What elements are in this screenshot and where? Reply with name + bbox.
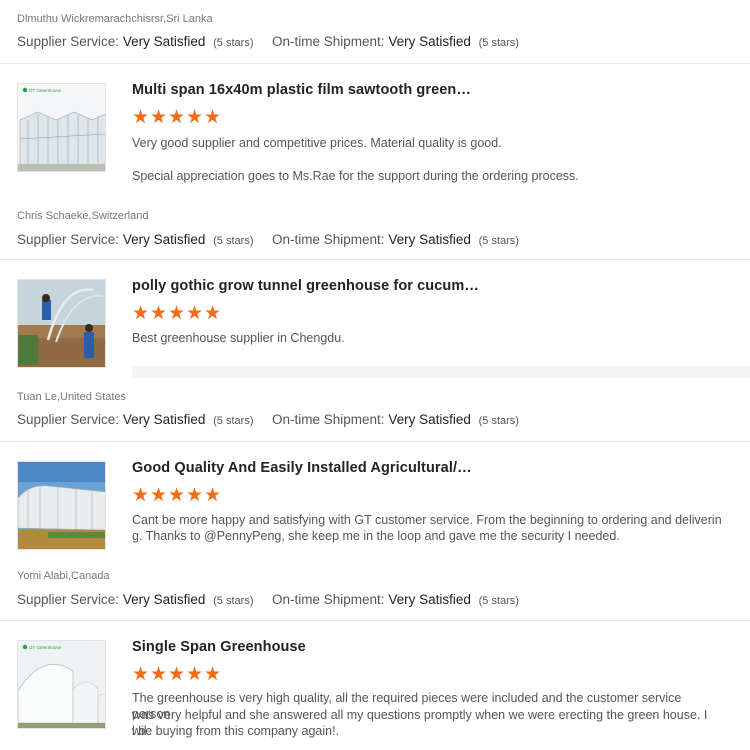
supplier-service-label: Supplier Service:: [17, 592, 120, 607]
rating-summary: Supplier Service: Very Satisfied (5 star…: [17, 33, 747, 51]
star-icon: ★: [150, 664, 168, 685]
star-icon: ★: [132, 107, 150, 128]
star-icon: ★: [168, 664, 186, 685]
supplier-service-value: Very Satisfied: [122, 232, 206, 247]
greenhouse-image-icon: GT Greenhouse: [18, 84, 105, 171]
review-meta: Tuan Le,United States Supplier Service: …: [17, 390, 747, 429]
star-icon: ★: [132, 303, 150, 324]
supplier-service-value: Very Satisfied: [122, 592, 206, 607]
product-thumbnail[interactable]: GT Greenhouse: [17, 640, 106, 729]
product-title-link[interactable]: Single Span Greenhouse: [132, 639, 306, 655]
shipment-value: Very Satisfied: [388, 232, 471, 247]
shipment-label: On-time Shipment:: [272, 232, 385, 247]
product-thumbnail[interactable]: [17, 279, 106, 368]
review-meta: Chris Schaeke,Switzerland Supplier Servi…: [17, 209, 747, 249]
product-title-link[interactable]: polly gothic grow tunnel greenhouse for …: [132, 278, 479, 294]
star-icon: ★: [132, 664, 150, 685]
greenhouse-image-icon: GT Greenhouse: [18, 641, 105, 728]
brand-logo-text: GT Greenhouse: [29, 645, 62, 650]
supplier-service-label: Supplier Service:: [17, 412, 120, 427]
brand-logo-text: GT Greenhouse: [29, 88, 62, 93]
shipment-value: Very Satisfied: [388, 592, 471, 607]
shipment-stars: (5 stars): [478, 595, 519, 607]
buyer-name: Tuan Le,United States: [17, 391, 127, 403]
greenhouse-image-icon: [18, 462, 105, 549]
previous-review-meta: Dlmuthu Wickremarachchisrsr,Sri Lanka Su…: [17, 0, 747, 51]
star-icon: ★: [186, 303, 204, 324]
rating-summary: Supplier Service: Very Satisfied (5 star…: [17, 591, 747, 609]
rating-summary: Supplier Service: Very Satisfied (5 star…: [17, 231, 747, 249]
greenhouse-image-icon: [18, 280, 105, 367]
star-icon: ★: [168, 107, 186, 128]
supplier-service-value: Very Satisfied: [122, 34, 206, 49]
star-icon: ★: [204, 485, 222, 506]
review-item: GT Greenhouse Multi span 16x40m plastic …: [0, 63, 750, 260]
star-icon: ★: [204, 303, 222, 324]
product-title-link[interactable]: Good Quality And Easily Installed Agricu…: [132, 460, 472, 476]
shipment-label: On-time Shipment:: [272, 412, 385, 427]
review-text-2: g. Thanks to @PennyPeng, she keep me in …: [132, 529, 620, 543]
star-icon: ★: [204, 107, 222, 128]
star-icon: ★: [168, 485, 186, 506]
review-item: polly gothic grow tunnel greenhouse for …: [0, 259, 750, 441]
star-icon: ★: [168, 303, 186, 324]
star-rating: ★ ★ ★ ★ ★: [132, 664, 222, 685]
buyer-name: Dlmuthu Wickremarachchisrsr,Sri Lanka: [17, 13, 213, 25]
shipment-stars: (5 stars): [478, 37, 519, 49]
star-rating: ★ ★ ★ ★ ★: [132, 485, 222, 506]
review-meta: Yomi Alabi,Canada Supplier Service: Very…: [17, 569, 747, 609]
review-item: GT Greenhouse Single Span Greenhouse ★ ★…: [0, 620, 750, 750]
star-icon: ★: [150, 303, 168, 324]
shipment-label: On-time Shipment:: [272, 34, 385, 49]
shipment-stars: (5 stars): [478, 415, 519, 427]
star-icon: ★: [150, 485, 168, 506]
buyer-name: Yomi Alabi,Canada: [17, 570, 110, 582]
product-title-link[interactable]: Multi span 16x40m plastic film sawtooth …: [132, 82, 471, 98]
review-text: Very good supplier and competitive price…: [132, 136, 502, 150]
review-text: Cant be more happy and satisfying with G…: [132, 513, 722, 527]
shipment-value: Very Satisfied: [388, 412, 471, 427]
supplier-service-stars: (5 stars): [213, 235, 254, 247]
supplier-service-stars: (5 stars): [213, 37, 254, 49]
review-text: Best greenhouse supplier in Chengdu.: [132, 331, 345, 345]
supplier-service-label: Supplier Service:: [17, 34, 120, 49]
supplier-service-stars: (5 stars): [213, 595, 254, 607]
review-text-2: Special appreciation goes to Ms.Rae for …: [132, 169, 579, 183]
star-rating: ★ ★ ★ ★ ★: [132, 303, 222, 324]
rating-summary: Supplier Service: Very Satisfied (5 star…: [17, 411, 747, 429]
star-icon: ★: [204, 664, 222, 685]
review-text-3: l be buying from this company again!.: [132, 724, 340, 738]
review-item: Good Quality And Easily Installed Agricu…: [0, 441, 750, 621]
shipment-stars: (5 stars): [478, 235, 519, 247]
buyer-name: Chris Schaeke,Switzerland: [17, 210, 149, 222]
star-rating: ★ ★ ★ ★ ★: [132, 107, 222, 128]
supplier-service-value: Very Satisfied: [122, 412, 206, 427]
star-icon: ★: [186, 664, 204, 685]
product-thumbnail[interactable]: [17, 461, 106, 550]
shipment-label: On-time Shipment:: [272, 592, 385, 607]
reply-area: [132, 366, 750, 378]
product-thumbnail[interactable]: GT Greenhouse: [17, 83, 106, 172]
star-icon: ★: [150, 107, 168, 128]
shipment-value: Very Satisfied: [388, 34, 471, 49]
star-icon: ★: [186, 107, 204, 128]
star-icon: ★: [132, 485, 150, 506]
supplier-service-label: Supplier Service:: [17, 232, 120, 247]
star-icon: ★: [186, 485, 204, 506]
supplier-service-stars: (5 stars): [213, 415, 254, 427]
